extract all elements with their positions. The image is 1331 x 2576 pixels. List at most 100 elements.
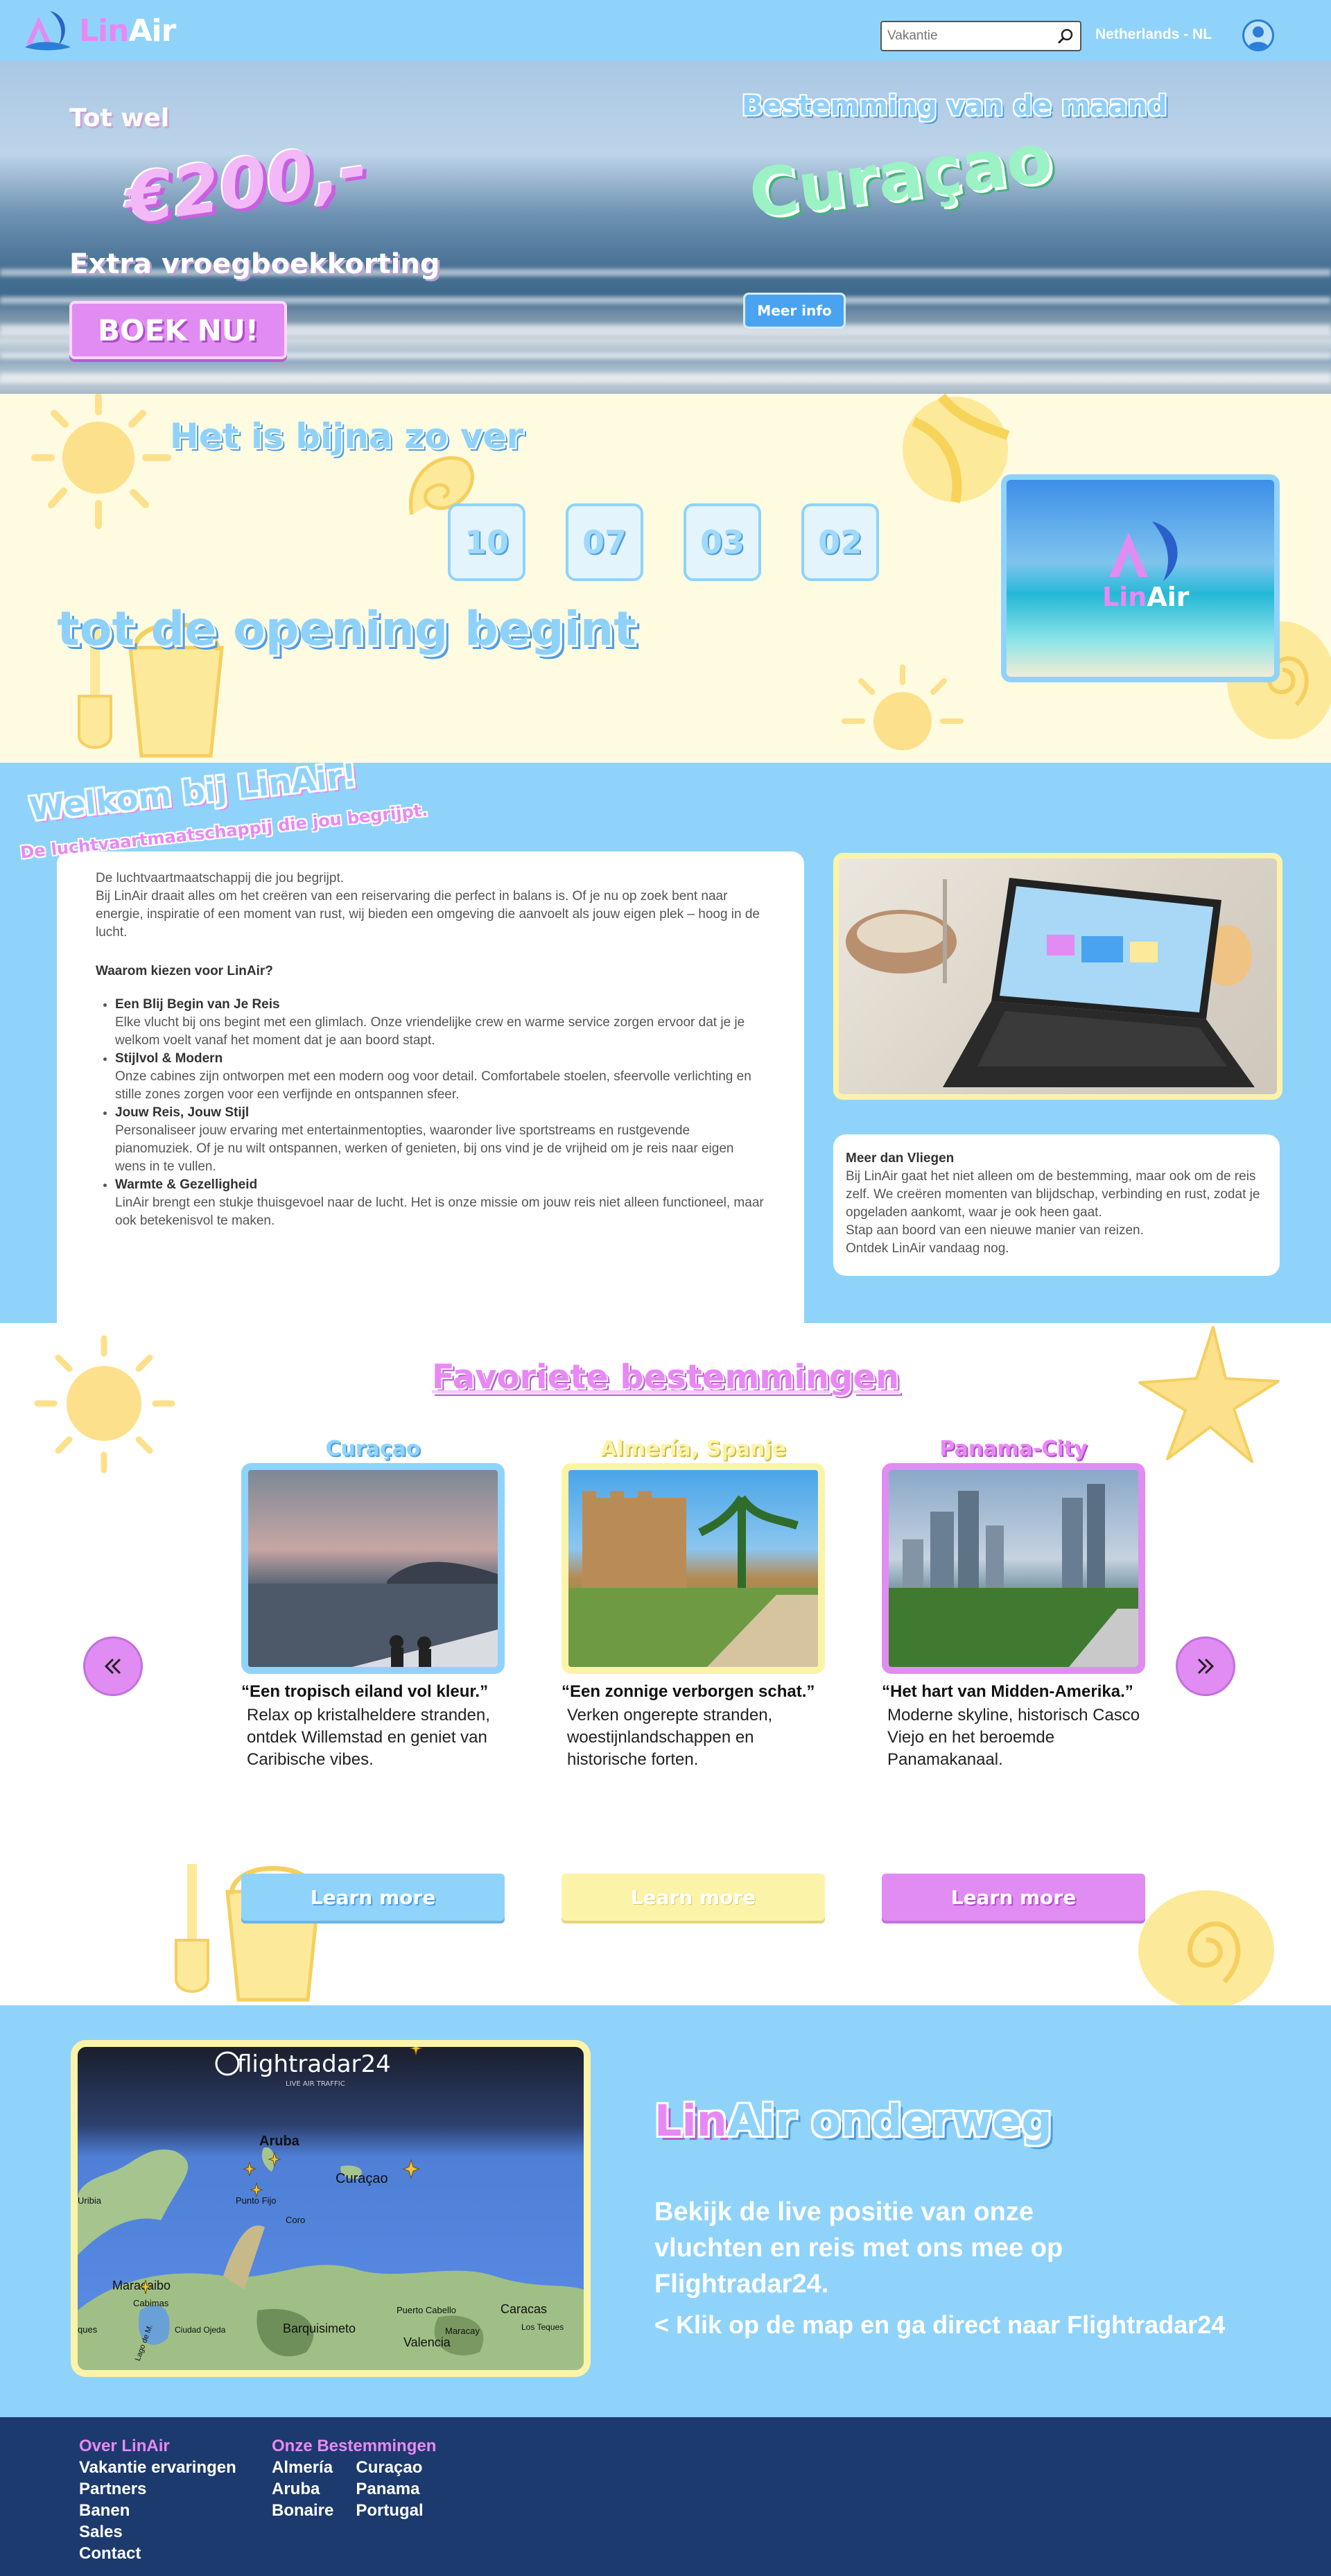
svg-text:Ciudad Ojeda: Ciudad Ojeda (175, 2325, 226, 2335)
footer-link[interactable]: Almería (272, 2457, 333, 2478)
search-box (880, 21, 1081, 51)
search-input[interactable] (887, 26, 1054, 46)
destination-name: Curaçao (325, 1437, 421, 1461)
benefits-list: Een Blij Begin van Je ReisElke vlucht bi… (115, 996, 765, 1230)
list-item: Warmte & GezelligheidLinAir brengt een s… (115, 1176, 765, 1230)
svg-text:LIVE AIR TRAFFIC: LIVE AIR TRAFFIC (286, 2080, 345, 2088)
destination-of-month: Curaçao (745, 119, 1056, 234)
footer-link[interactable]: Partners (79, 2478, 236, 2500)
flightradar-link[interactable]: < Klik op de map en ga direct naar Fligh… (654, 2310, 1225, 2340)
more-title: Meer dan Vliegen (846, 1151, 955, 1166)
linair-logo-image: LinAir (1102, 521, 1190, 612)
flightradar-map-image: flightradar24 LIVE AIR TRAFFIC Aruba Cur… (78, 2047, 584, 2370)
carousel-prev-button[interactable] (83, 1636, 143, 1696)
hero-banner: Tot wel €200,- Extra vroegboekkorting BO… (0, 61, 1331, 394)
footer-link[interactable]: Panama (356, 2478, 423, 2500)
countdown-seconds: 02 (801, 503, 879, 581)
more-text: Bij LinAir gaat het niet alleen om de be… (846, 1169, 1260, 1220)
countdown-days: 10 (448, 503, 525, 581)
almeria-photo (568, 1491, 818, 1667)
learn-more-button[interactable]: Learn more (241, 1874, 505, 1921)
destination-of-month-label: Bestemming van de maand (742, 90, 1167, 122)
footer-link[interactable]: Curaçao (356, 2457, 423, 2478)
destination-quote: “Het hart van Midden-Amerika.” (882, 1682, 1133, 1701)
svg-text:Barquisimeto: Barquisimeto (283, 2322, 356, 2335)
countdown-minutes: 03 (684, 503, 761, 581)
curacao-photo (248, 1562, 498, 1667)
footer-link[interactable]: Aruba (272, 2478, 333, 2500)
account-button[interactable] (1242, 19, 1274, 51)
footer-link[interactable]: Contact (79, 2543, 236, 2564)
chevrons-right-icon (1197, 1658, 1215, 1675)
logo-icon (25, 11, 71, 51)
list-item: Stijlvol & ModernOnze cabines zijn ontwo… (115, 1050, 765, 1104)
starfish-icon (1138, 1326, 1280, 1463)
destination-description: Relax op kristalheldere stranden, ontdek… (247, 1706, 490, 1769)
countdown-subtitle: tot de opening begint (57, 602, 636, 657)
welcome-card: De luchtvaartmaatschappij die jou begrij… (57, 852, 804, 1345)
panama-photo (889, 1484, 1138, 1667)
svg-text:Curaçao: Curaçao (336, 2171, 388, 2186)
carousel-next-button[interactable] (1176, 1636, 1235, 1696)
footer-destinations-column: Onze Bestemmingen Almería Aruba Bonaire … (272, 2435, 436, 2521)
welcome-intro-tagline: De luchtvaartmaatschappij die jou begrij… (96, 871, 345, 885)
chevrons-left-icon (104, 1658, 121, 1675)
destination-card-almeria: Almería, Spanje “Een zonnige verborgen s… (562, 1435, 825, 1921)
sun-icon (34, 1335, 175, 1473)
list-item: Jouw Reis, Jouw StijlPersonaliseer jouw … (115, 1104, 765, 1176)
learn-more-button[interactable]: Learn more (562, 1874, 825, 1921)
laptop-image (846, 878, 1255, 1087)
svg-text:Valencia: Valencia (403, 2335, 451, 2349)
destination-card-panama: Panama-City “Het hart van Midden-Amerika… (882, 1435, 1145, 1921)
footer-destinations-title[interactable]: Onze Bestemmingen (272, 2435, 436, 2457)
footer-link[interactable]: Banen (79, 2500, 236, 2521)
destination-photo (562, 1463, 825, 1674)
sun-icon (31, 394, 171, 529)
destination-description: Verken ongerepte stranden, woestijnlands… (567, 1706, 773, 1769)
svg-text:ques: ques (78, 2324, 98, 2335)
welcome-intro-text: Bij LinAir draait alles om het creëren v… (96, 889, 760, 940)
linair-logo-card: LinAir (1001, 474, 1280, 682)
destination-quote: “Een tropisch eiland vol kleur.” (241, 1682, 489, 1701)
footer-link[interactable]: Bonaire (272, 2500, 333, 2521)
destination-name: Almería, Spanje (600, 1437, 786, 1461)
svg-text:Maracaibo: Maracaibo (112, 2279, 171, 2292)
countdown-boxes: 10 07 03 02 (448, 503, 879, 581)
beach-ball-icon (903, 394, 1010, 503)
book-now-button[interactable]: BOEK NU! (69, 301, 287, 359)
svg-text:Puerto Cabello: Puerto Cabello (397, 2305, 456, 2315)
countdown-hours: 07 (566, 503, 643, 581)
more-text: Stap aan boord van een nieuwe manier van… (846, 1223, 1144, 1238)
footer-link[interactable]: Sales (79, 2521, 236, 2543)
sun-icon (842, 664, 964, 750)
svg-text:Uribia: Uribia (78, 2195, 102, 2206)
svg-text:Los Teques: Los Teques (521, 2322, 564, 2332)
search-icon[interactable] (1056, 28, 1075, 46)
svg-text:LinAir: LinAir (1102, 582, 1190, 612)
logo[interactable]: LinAir (22, 8, 176, 53)
more-text: Ontdek LinAir vandaag nog. (846, 1241, 1009, 1256)
countdown-title: Het is bijna zo ver (169, 416, 524, 456)
svg-text:Aruba: Aruba (259, 2134, 300, 2149)
flightradar-map[interactable]: flightradar24 LIVE AIR TRAFFIC Aruba Cur… (71, 2040, 591, 2377)
live-tracking-section: flightradar24 LIVE AIR TRAFFIC Aruba Cur… (0, 2005, 1331, 2417)
footer-about-title[interactable]: Over LinAir (79, 2435, 236, 2457)
more-than-flying-card: Meer dan Vliegen Bij LinAir gaat het nie… (833, 1134, 1280, 1276)
footer-link[interactable]: Vakantie ervaringen (79, 2457, 236, 2478)
nautilus-shell-icon (1138, 1890, 1274, 2005)
footer-link[interactable]: Portugal (356, 2500, 423, 2521)
laptop-photo (833, 853, 1282, 1100)
destination-quote: “Een zonnige verborgen schat.” (562, 1682, 815, 1701)
user-icon (1247, 26, 1269, 49)
favorites-title: Favoriete bestemmingen (431, 1358, 900, 1397)
logo-text: LinAir (79, 12, 176, 49)
favorites-section: Favoriete bestemmingen Curaçao “Een trop… (0, 1323, 1331, 2005)
locale-selector[interactable]: Netherlands - NL (1095, 26, 1212, 43)
more-info-button[interactable]: Meer info (743, 293, 846, 329)
destination-description: Moderne skyline, historisch Casco Viejo … (887, 1706, 1140, 1769)
destination-photo (882, 1463, 1145, 1674)
tracker-description: Bekijk de live positie van onze vluchten… (654, 2197, 1063, 2299)
tracker-title: LinAir onderweg (654, 2095, 1052, 2146)
learn-more-button[interactable]: Learn more (882, 1874, 1145, 1921)
destination-name: Panama-City (939, 1437, 1088, 1461)
